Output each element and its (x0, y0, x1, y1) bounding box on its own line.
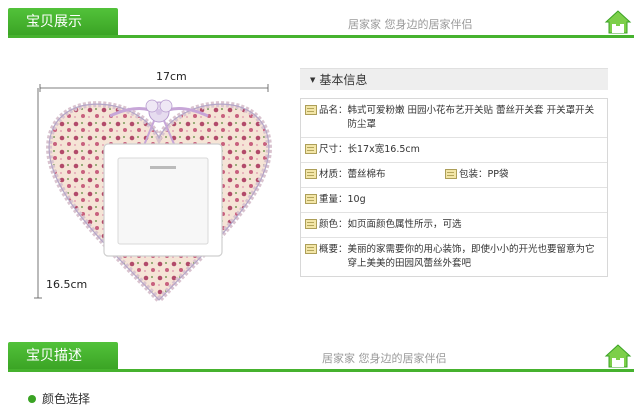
info-row-material: 材质： 蕾丝棉布 包装： PP袋 (301, 163, 607, 188)
note-icon (305, 169, 317, 179)
height-dimension-label: 16.5cm (46, 278, 88, 291)
section-divider (8, 35, 634, 38)
info-row-size: 尺寸： 长17x宽16.5cm (301, 138, 607, 163)
section-divider (8, 369, 634, 372)
bullet-icon (28, 394, 36, 403)
info-row-summary: 概要： 美丽的家需要你的用心装饰，即使小小的开光也要留意为它穿上美美的田园风蕾丝… (301, 238, 607, 276)
info-row-name: 品名： 韩式可爱粉嫩 田园小花布艺开关贴 蕾丝开关套 开关罩开关防尘罩 (301, 99, 607, 138)
info-row-weight: 重量： 10g (301, 188, 607, 213)
note-icon (305, 194, 317, 204)
product-image: 17cm 16.5cm (30, 70, 288, 310)
section-tab: 宝贝描述 (8, 342, 118, 370)
caret-down-icon: ▼ (310, 76, 316, 84)
switch-cover-illustration (34, 84, 272, 305)
section-tab: 宝贝展示 (8, 8, 118, 36)
home-icon[interactable] (604, 9, 632, 35)
basic-info-panel: ▼ 基本信息 品名： 韩式可爱粉嫩 田园小花布艺开关贴 蕾丝开关套 开关罩开关防尘… (300, 68, 608, 277)
note-icon (305, 219, 317, 229)
info-table: 品名： 韩式可爱粉嫩 田园小花布艺开关贴 蕾丝开关套 开关罩开关防尘罩 尺寸： … (300, 98, 608, 277)
section-header-description: 宝贝描述 居家家 您身边的居家伴侣 (0, 338, 640, 372)
home-icon[interactable] (604, 343, 632, 369)
note-icon (305, 144, 317, 154)
note-icon (305, 244, 317, 254)
note-icon (445, 169, 457, 179)
info-header: ▼ 基本信息 (300, 68, 608, 90)
section-header-display: 宝贝展示 居家家 您身边的居家伴侣 (0, 4, 640, 38)
info-row-color: 颜色： 如页面颜色属性所示，可选 (301, 213, 607, 238)
note-icon (305, 105, 317, 115)
store-slogan: 居家家 您身边的居家伴侣 (322, 352, 447, 365)
store-slogan: 居家家 您身边的居家伴侣 (348, 18, 473, 31)
width-dimension-label: 17cm (156, 70, 187, 83)
color-select-heading: 颜色选择 (28, 390, 90, 407)
